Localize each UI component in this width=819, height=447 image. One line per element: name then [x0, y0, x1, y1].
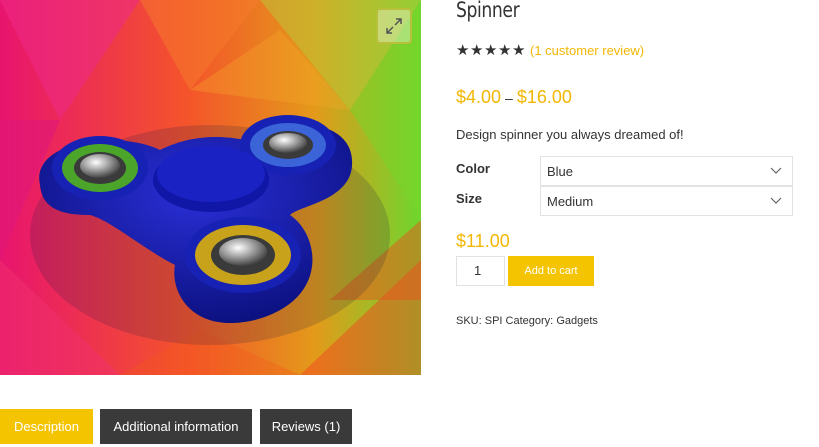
- variation-price: $11.00: [456, 231, 510, 251]
- category-label: Category:: [505, 315, 554, 327]
- price-separator: –: [505, 90, 513, 106]
- product-title: Spinner: [456, 0, 520, 22]
- short-description: Design spinner you always dreamed of!: [456, 127, 684, 142]
- product-image[interactable]: [0, 0, 421, 375]
- quantity-input[interactable]: 1: [456, 256, 505, 286]
- star-icon: ★: [498, 41, 512, 59]
- color-variation-row: Color Blue: [456, 156, 793, 186]
- size-select[interactable]: Medium: [540, 186, 793, 216]
- size-select-value: Medium: [547, 194, 594, 209]
- product-photo: [0, 0, 421, 375]
- star-icon: ★: [512, 41, 526, 59]
- product-rating: ★ ★ ★ ★ ★ (1 customer review): [456, 41, 644, 59]
- star-rating: ★ ★ ★ ★ ★: [456, 43, 526, 58]
- tab-description[interactable]: Description: [0, 409, 93, 444]
- star-icon: ★: [470, 41, 484, 59]
- sku-value: SPI: [484, 315, 503, 327]
- price-min: $4.00: [456, 87, 502, 107]
- star-icon: ★: [484, 41, 498, 59]
- chevron-down-icon: [770, 197, 782, 204]
- sku-label: SKU:: [456, 315, 482, 327]
- color-label: Color: [456, 161, 490, 176]
- size-variation-row: Size Medium: [456, 186, 793, 216]
- image-zoom-button[interactable]: [376, 8, 412, 44]
- color-select[interactable]: Blue: [540, 156, 793, 186]
- size-label: Size: [456, 191, 483, 206]
- tab-additional-information[interactable]: Additional information: [100, 409, 252, 444]
- price-range: $4.00– $16.00: [456, 87, 572, 108]
- add-to-cart-button[interactable]: Add to cart: [508, 256, 594, 286]
- star-icon: ★: [456, 41, 470, 59]
- color-select-value: Blue: [547, 164, 574, 179]
- product-meta: SKU: SPI Category: Gadgets: [456, 315, 598, 327]
- expand-icon: [386, 18, 402, 34]
- chevron-down-icon: [770, 167, 782, 174]
- tab-reviews[interactable]: Reviews (1): [260, 409, 352, 444]
- customer-review-link[interactable]: (1 customer review): [530, 43, 644, 58]
- category-link[interactable]: Gadgets: [556, 315, 598, 327]
- price-max: $16.00: [516, 87, 572, 107]
